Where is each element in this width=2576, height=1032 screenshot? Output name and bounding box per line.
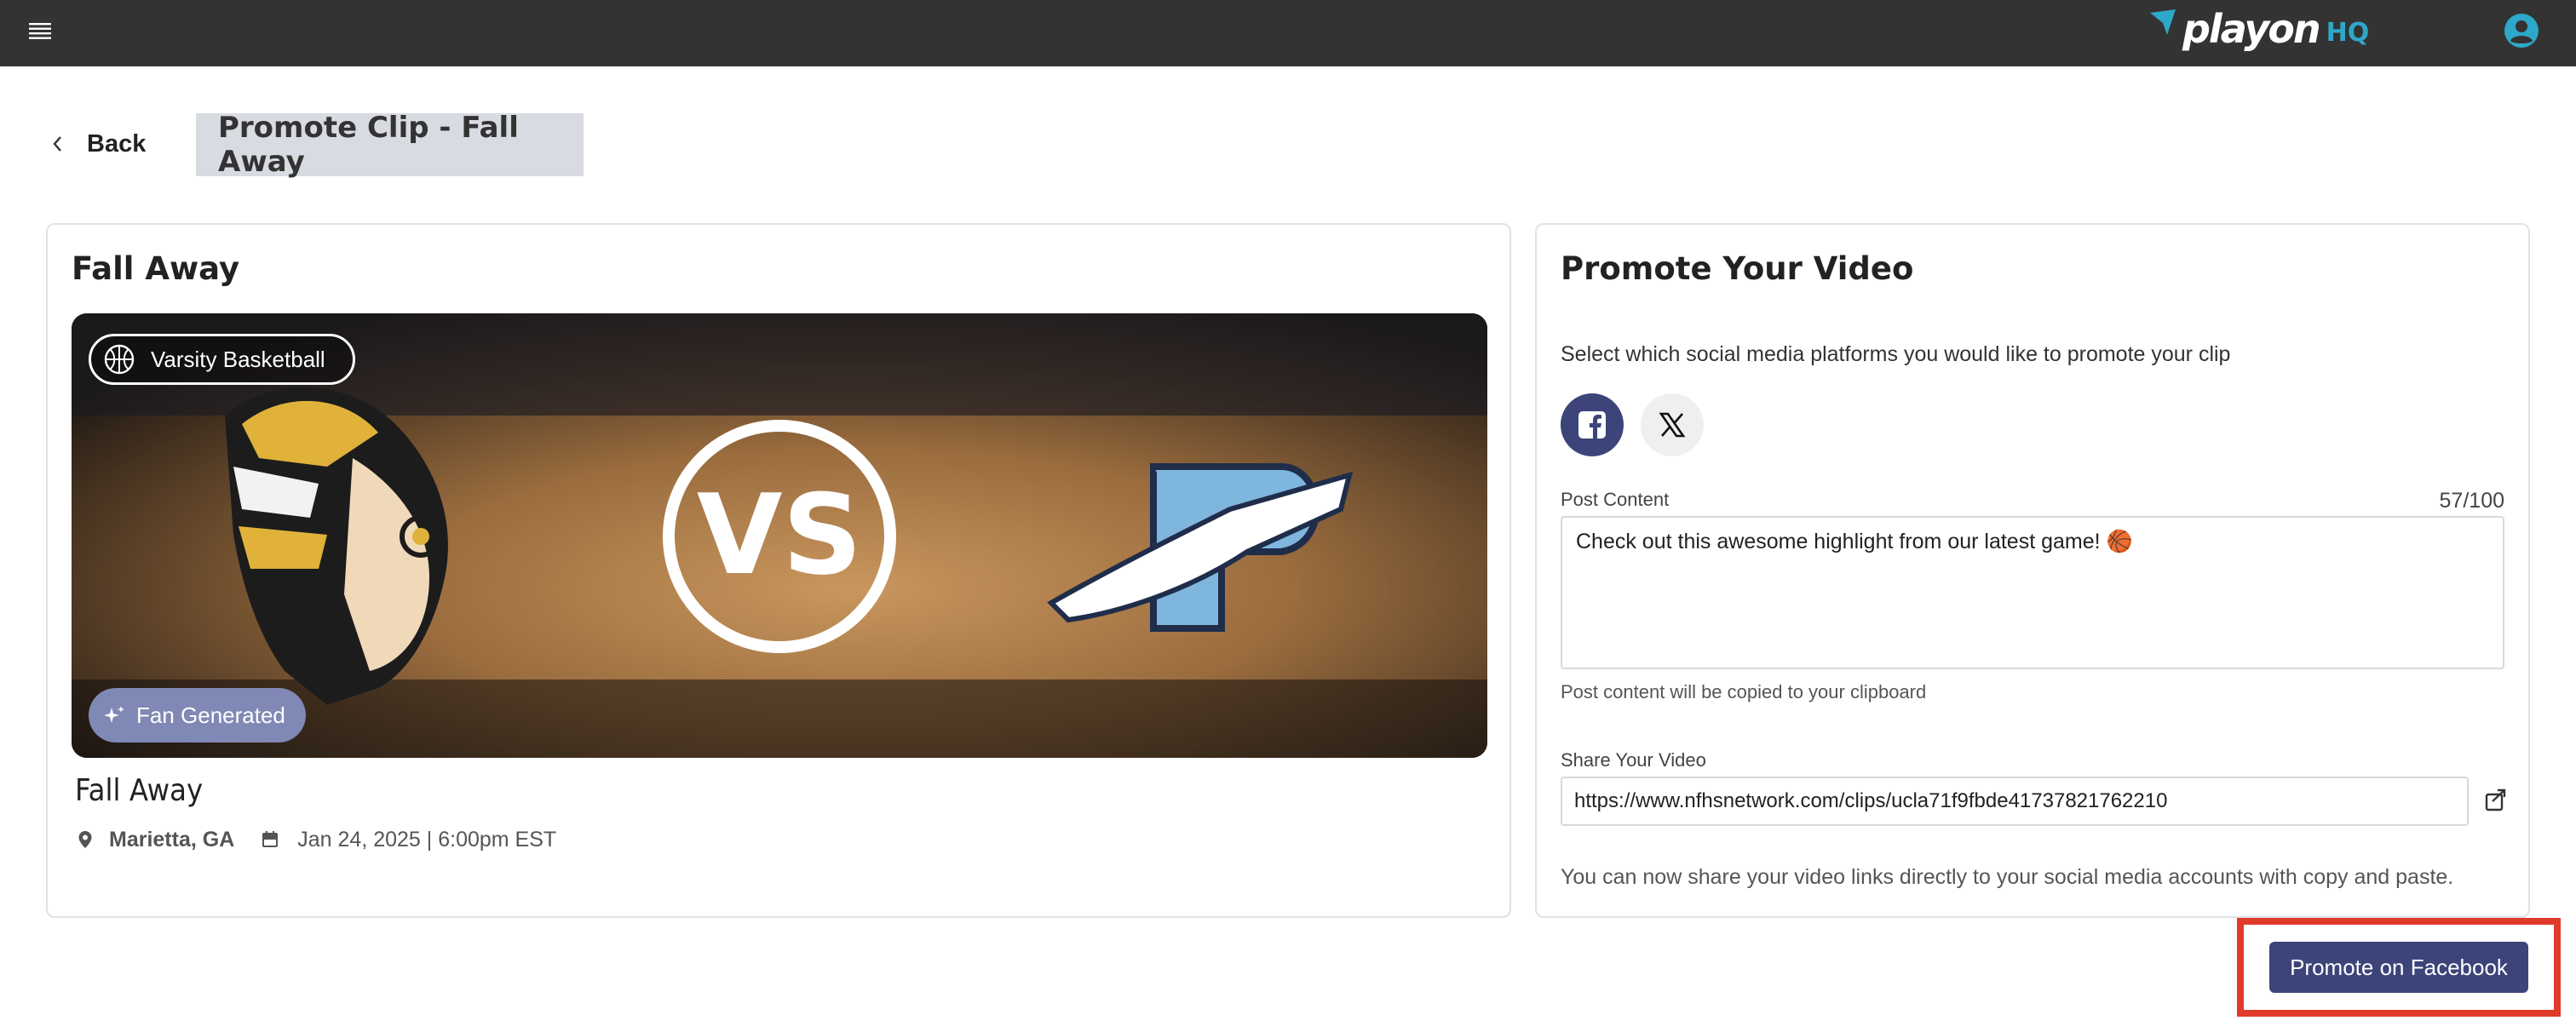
clip-location: Marietta, GA [109,827,235,851]
brand-suffix: HQ [2326,17,2370,48]
calendar-icon [262,831,279,847]
top-navigation-bar: playon HQ [0,0,2576,66]
location-pin-icon [78,831,92,848]
video-thumbnail[interactable]: VS Varsity Basketball Fan Generated [72,313,1487,758]
clip-datetime: Jan 24, 2025 | 6:00pm EST [297,827,557,851]
svg-text:VS: VS [697,470,862,599]
back-label: Back [87,129,147,158]
share-url-field[interactable]: https://www.nfhsnetwork.com/clips/ucla71… [1561,777,2469,826]
promote-instruction: Select which social media platforms you … [1561,342,2231,366]
basketball-icon [104,344,135,375]
clip-card-title: Fall Away [72,250,240,287]
playon-arrow-icon [2150,9,2176,35]
post-content-helper: Post content will be copied to your clip… [1561,681,1927,702]
post-content-label: Post Content [1561,489,1670,510]
promote-card: Promote Your Video Select which social m… [1535,223,2530,918]
fan-generated-label: Fan Generated [136,702,285,728]
clip-meta: Marietta, GA Jan 24, 2025 | 6:00pm EST [75,824,556,855]
share-note: You can now share your video links direc… [1561,865,2454,889]
facebook-icon [1578,411,1606,439]
page-title-text: Promote Clip - Fall Away [218,111,519,179]
back-button[interactable]: Back [48,126,146,162]
brand-logo[interactable]: playon HQ [2147,3,2369,54]
x-logo-icon [1659,412,1686,438]
brand-name: playon [2182,6,2321,52]
chevron-left-icon [53,136,61,152]
sport-badge: Varsity Basketball [89,334,355,385]
facebook-toggle[interactable] [1561,393,1624,456]
post-content-textarea[interactable]: Check out this awesome highlight from ou… [1561,516,2504,669]
promote-on-facebook-button[interactable]: Promote on Facebook [2269,942,2528,993]
x-toggle[interactable] [1641,393,1704,456]
clip-card: Fall Away VS Varsity Basketball Fan Gene… [46,223,1511,918]
page-title: Promote Clip - Fall Away [196,111,584,179]
post-character-counter: 57/100 [2439,489,2504,513]
user-account-icon[interactable] [2503,12,2540,49]
promote-card-title: Promote Your Video [1561,250,1914,287]
hamburger-menu-icon[interactable] [27,17,55,44]
copy-link-icon[interactable] [2482,787,2510,814]
fan-generated-badge: Fan Generated [89,688,306,742]
sparkle-icon [104,706,124,723]
share-video-label: Share Your Video [1561,749,1706,771]
sport-badge-label: Varsity Basketball [151,346,325,372]
clip-name: Fall Away [75,773,204,808]
